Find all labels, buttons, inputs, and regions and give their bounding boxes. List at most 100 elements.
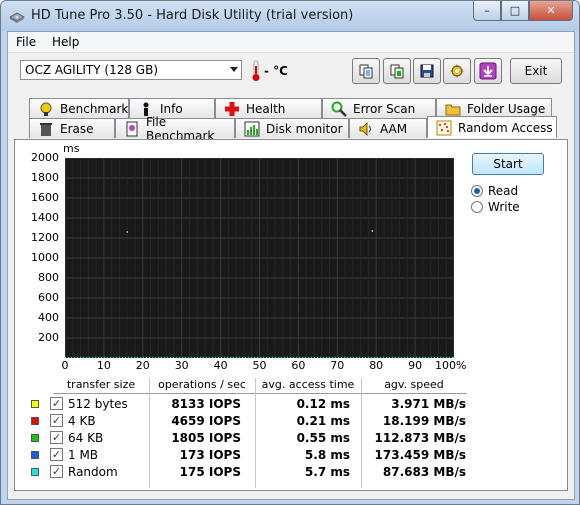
close-button[interactable]: ✕ <box>529 1 573 21</box>
data-point <box>126 231 128 233</box>
tab-label: Disk monitor <box>266 121 343 136</box>
iops-cell: 175 IOPS <box>179 465 241 479</box>
speed-cell: 112.873 MB/s <box>374 431 466 445</box>
table-row: ✓ Random 175 IOPS 5.7 ms 87.683 MB/s <box>31 464 466 481</box>
speed-cell: 18.199 MB/s <box>382 414 466 428</box>
series-checkbox[interactable]: ✓ <box>50 465 63 478</box>
copy-button[interactable] <box>352 58 380 84</box>
menu-help[interactable]: Help <box>52 35 79 49</box>
speed-cell: 3.971 MB/s <box>391 397 466 411</box>
exit-button[interactable]: Exit <box>510 58 562 84</box>
table-row: ✓ 512 bytes 8133 IOPS 0.12 ms 3.971 MB/s <box>31 396 466 413</box>
header-speed: agv. speed <box>361 378 467 394</box>
chevron-down-icon <box>230 67 238 72</box>
speaker-icon <box>359 121 371 136</box>
options-button[interactable] <box>443 58 471 84</box>
x-tick-label: 10 <box>96 359 111 372</box>
copy-screenshot-button[interactable] <box>383 58 411 84</box>
y-tick-label: 800 <box>38 271 59 284</box>
series-checkbox[interactable]: ✓ <box>50 448 63 461</box>
tab-error-scan[interactable]: Error Scan <box>322 98 436 118</box>
read-radio[interactable] <box>471 185 483 197</box>
table-row: ✓ 1 MB 173 IOPS 5.8 ms 173.459 MB/s <box>31 447 466 464</box>
erase-icon <box>40 122 52 136</box>
save-icon <box>420 64 434 78</box>
start-button[interactable]: Start <box>472 153 544 175</box>
data-point <box>453 356 455 359</box>
chart-svg <box>64 157 455 359</box>
x-tick-label: 50 <box>252 359 267 372</box>
series-checkbox[interactable]: ✓ <box>50 397 63 410</box>
x-tick-label: 20 <box>135 359 150 372</box>
temperature-readout: - °C <box>264 64 288 78</box>
random-access-icon <box>436 120 452 135</box>
menu-bar: File Help <box>8 32 574 53</box>
y-tick-label: 200 <box>38 331 59 344</box>
y-axis-unit: ms <box>63 142 80 155</box>
x-tick-label: 100% <box>435 359 467 372</box>
menu-file[interactable]: File <box>16 35 36 49</box>
transfer-size-cell: 64 KB <box>68 431 104 445</box>
tab-disk-monitor[interactable]: Disk monitor <box>235 118 349 138</box>
table-row: ✓ 4 KB 4659 IOPS 0.21 ms 18.199 MB/s <box>31 413 466 430</box>
minimize-button[interactable]: – <box>473 1 501 21</box>
tab-label: Folder Usage <box>467 101 546 116</box>
series-color-swatch <box>31 451 39 459</box>
tab-aam[interactable]: AAM <box>349 118 427 138</box>
tab-label: Error Scan <box>353 101 416 116</box>
app-window: HD Tune Pro 3.50 - Hard Disk Utility (tr… <box>0 0 580 505</box>
y-tick-label: 600 <box>38 291 59 304</box>
tab-erase[interactable]: Erase <box>29 118 115 138</box>
drive-select[interactable]: OCZ AGILITY (128 GB) <box>20 60 242 80</box>
maximize-button[interactable]: □ <box>501 1 529 21</box>
hd-tune-app-icon <box>9 12 25 23</box>
series-color-swatch <box>31 400 39 408</box>
speed-cell: 87.683 MB/s <box>382 465 466 479</box>
x-tick-label: 30 <box>174 359 189 372</box>
series-color-swatch <box>31 468 39 476</box>
transfer-size-cell: 512 bytes <box>68 397 128 411</box>
transfer-size-cell: Random <box>68 465 118 479</box>
tab-benchmark[interactable]: Benchmark <box>29 98 129 118</box>
x-tick-label: 90 <box>408 359 423 372</box>
iops-cell: 1805 IOPS <box>171 431 241 445</box>
title-bar[interactable]: HD Tune Pro 3.50 - Hard Disk Utility (tr… <box>1 1 579 31</box>
tab-label: Info <box>160 101 183 116</box>
series-checkbox[interactable]: ✓ <box>50 431 63 444</box>
table-row: ✓ 64 KB 1805 IOPS 0.55 ms 112.873 MB/s <box>31 430 466 447</box>
y-tick-label: 1000 <box>31 251 59 264</box>
data-point <box>371 230 374 232</box>
x-tick-label: 40 <box>213 359 228 372</box>
x-tick-label: 70 <box>330 359 345 372</box>
tab-random-access[interactable]: Random Access <box>427 116 557 138</box>
download-button[interactable] <box>474 58 502 84</box>
tab-folder-usage[interactable]: Folder Usage <box>436 98 552 118</box>
access-time-cell: 0.55 ms <box>296 431 350 445</box>
x-tick-label: 0 <box>61 359 69 372</box>
access-time-cell: 5.8 ms <box>304 448 350 462</box>
series-checkbox[interactable]: ✓ <box>50 414 63 427</box>
tab-label: Benchmark <box>60 101 129 116</box>
y-tick-label: 1800 <box>31 171 59 184</box>
access-time-cell: 0.12 ms <box>296 397 350 411</box>
speed-cell: 173.459 MB/s <box>374 448 466 462</box>
series-color-swatch <box>31 434 39 442</box>
error-scan-icon <box>331 101 347 117</box>
y-tick-label: 1400 <box>31 211 59 224</box>
options-icon <box>450 64 464 78</box>
transfer-size-cell: 1 MB <box>68 448 99 462</box>
tab-file-benchmark[interactable]: File Benchmark <box>115 115 235 143</box>
tab-label: Erase <box>60 121 94 136</box>
disk-monitor-icon <box>244 121 260 136</box>
copy-screenshot-icon <box>390 64 404 79</box>
write-label: Write <box>488 200 520 214</box>
write-radio[interactable] <box>471 201 483 213</box>
thermometer-icon <box>252 60 260 82</box>
y-tick-label: 1600 <box>31 191 59 204</box>
iops-cell: 173 IOPS <box>179 448 241 462</box>
save-button[interactable] <box>413 58 441 84</box>
file-benchmark-icon <box>126 121 138 136</box>
access-time-cell: 5.7 ms <box>304 465 350 479</box>
read-label: Read <box>488 184 519 198</box>
caption-buttons: – □ ✕ <box>473 1 573 21</box>
